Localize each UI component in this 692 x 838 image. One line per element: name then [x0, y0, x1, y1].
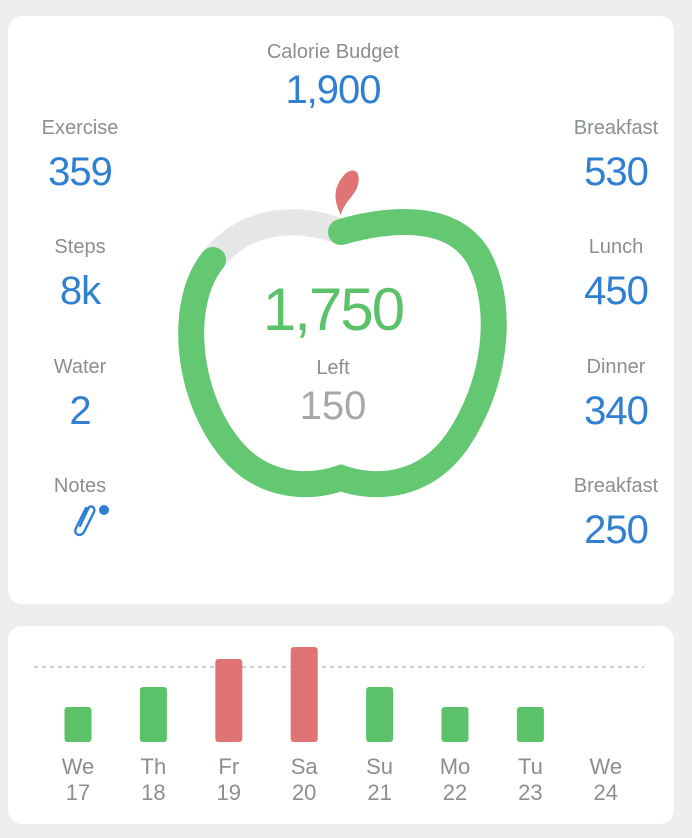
day-name: Su [366, 754, 394, 779]
day-name: Mo [439, 754, 471, 779]
day-number: 21 [367, 780, 392, 805]
day-name: Th [140, 754, 167, 779]
day-number: 19 [216, 780, 242, 805]
calories-secondary-value: 150 [299, 384, 367, 428]
day-label[interactable]: Tu 23 [500, 754, 560, 806]
calories-left-label: Left [316, 357, 350, 379]
day-label[interactable]: Th 18 [123, 754, 183, 806]
day-number: 23 [518, 780, 543, 805]
stat-exercise[interactable]: Exercise 359 [10, 116, 150, 196]
day-label[interactable]: Su 21 [350, 754, 410, 806]
stat-breakfast-value: 530 [584, 150, 649, 194]
stat-steps[interactable]: Steps 8k [10, 235, 150, 315]
day-name: We [61, 754, 95, 779]
ring-track [202, 209, 346, 269]
day-label[interactable]: Sa 20 [274, 754, 334, 806]
calorie-budget: Calorie Budget 1,900 [233, 40, 433, 114]
day-number: 17 [65, 780, 91, 805]
stat-water-label: Water [53, 356, 107, 378]
day-number: 18 [141, 780, 166, 805]
stat-dinner-label: Dinner [586, 356, 646, 378]
day-name: Sa [290, 754, 318, 779]
stat-water-value: 2 [69, 389, 91, 433]
stat-steps-value: 8k [59, 269, 101, 313]
stat-breakfast[interactable]: Breakfast 530 [546, 116, 686, 196]
stat-lunch[interactable]: Lunch 450 [546, 235, 686, 315]
day-number: 20 [291, 780, 317, 805]
stat-steps-label: Steps [54, 236, 106, 258]
stat-breakfast-label: Breakfast [573, 117, 659, 139]
calories-left-value: 1,750 [262, 276, 405, 343]
stat-water[interactable]: Water 2 [10, 355, 150, 435]
ring-progress [178, 209, 507, 498]
stat-lunch-value: 450 [584, 269, 649, 313]
stat-dinner[interactable]: Dinner 340 [546, 355, 686, 435]
stat-snack-label: Breakfast [573, 475, 659, 497]
day-label[interactable]: We 24 [576, 754, 636, 806]
calorie-budget-value: 1,900 [285, 68, 381, 112]
day-name: We [589, 754, 623, 779]
day-label[interactable]: We 17 [48, 754, 108, 806]
calorie-budget-label: Calorie Budget [266, 41, 400, 63]
apple-stem-icon [335, 170, 359, 215]
day-name: Tu [517, 754, 543, 779]
stat-lunch-label: Lunch [588, 236, 644, 258]
stat-snack-value: 250 [584, 508, 649, 552]
day-label[interactable]: Mo 22 [425, 754, 485, 806]
stat-exercise-value: 359 [48, 150, 113, 194]
stat-snack[interactable]: Breakfast 250 [546, 474, 686, 554]
day-name: Fr [218, 754, 240, 779]
day-label[interactable]: Fr 19 [199, 754, 259, 806]
stat-dinner-value: 340 [584, 389, 649, 433]
day-number: 24 [593, 780, 619, 805]
stat-exercise-label: Exercise [41, 117, 119, 139]
paperclip-icon[interactable] [62, 494, 112, 544]
day-number: 22 [442, 780, 468, 805]
